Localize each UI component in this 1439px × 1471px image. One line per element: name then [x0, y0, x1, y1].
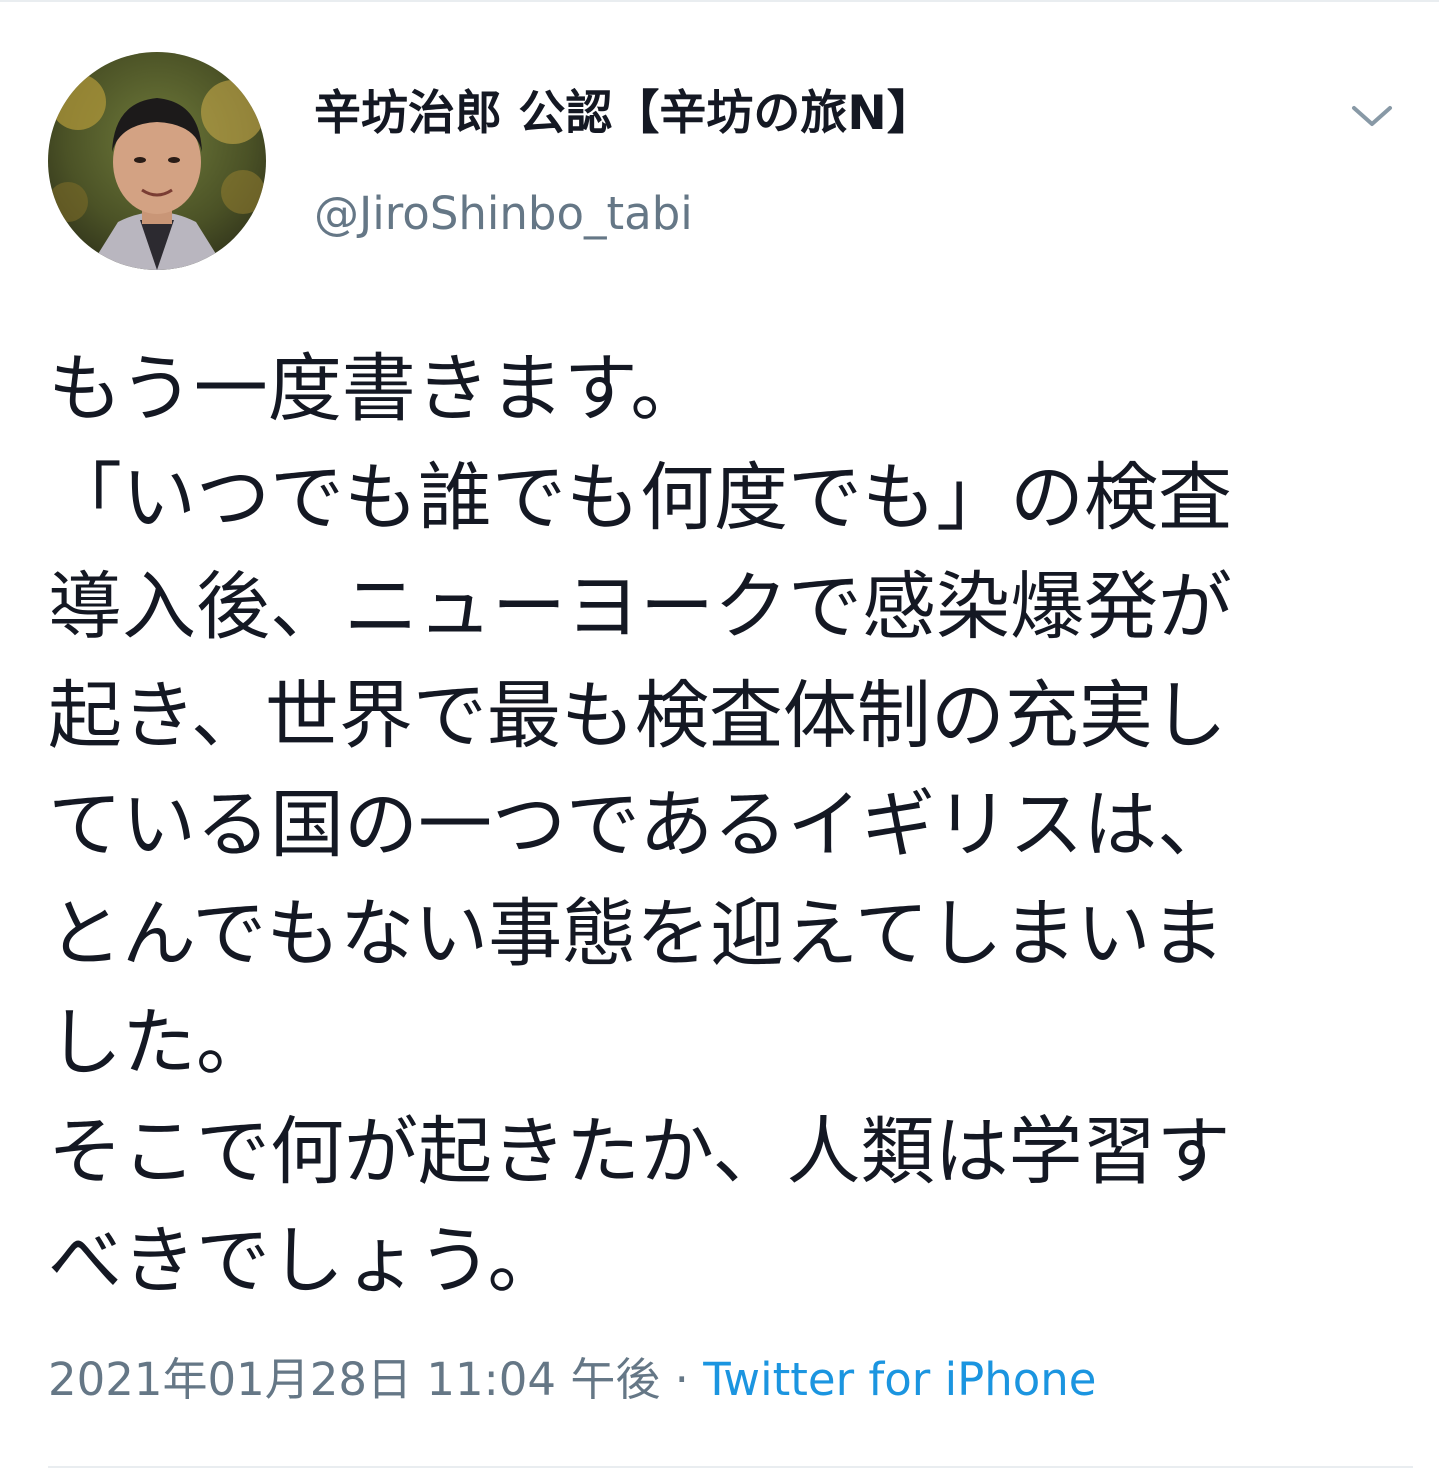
tweet-text-line: べきでしょう。 — [48, 1218, 562, 1304]
tweet-text-line: そこで何が起きたか、人類は学習す — [48, 1109, 1231, 1195]
tweet-text-line: 導入後、ニューヨークで感染爆発が — [48, 564, 1232, 650]
tweet-text: もう一度書きます。 「いつでも誰でも何度でも」の検査 導入後、ニューヨークで感染… — [48, 335, 1408, 1316]
tweet-source-link[interactable]: Twitter for iPhone — [703, 1353, 1096, 1406]
tweet-meta: 2021年01月28日 11:04 午後 · Twitter for iPhon… — [48, 1347, 1096, 1413]
top-divider — [0, 0, 1439, 2]
avatar[interactable] — [48, 52, 266, 270]
tweet-text-line: 「いつでも誰でも何度でも」の検査 — [48, 455, 1232, 541]
tweet-timestamp[interactable]: 2021年01月28日 11:04 午後 — [48, 1353, 660, 1406]
tweet-text-line: とんでもない事態を迎えてしまいま — [48, 891, 1225, 977]
tweet-text-line: 起き、世界で最も検査体制の充実し — [48, 673, 1227, 759]
meta-separator: · — [660, 1353, 704, 1406]
chevron-down-icon[interactable] — [1342, 86, 1402, 146]
author-handle[interactable]: @JiroShinbo_tabi — [314, 184, 693, 244]
author-display-name[interactable]: 辛坊治郎 公認【辛坊の旅N】 — [314, 84, 934, 144]
bottom-divider — [48, 1466, 1413, 1468]
tweet-text-line: ている国の一つであるイギリスは、 — [48, 782, 1232, 868]
tweet-text-line: もう一度書きます。 — [48, 346, 705, 432]
avatar-photo — [48, 52, 266, 270]
tweet-text-line: した。 — [48, 1000, 270, 1086]
